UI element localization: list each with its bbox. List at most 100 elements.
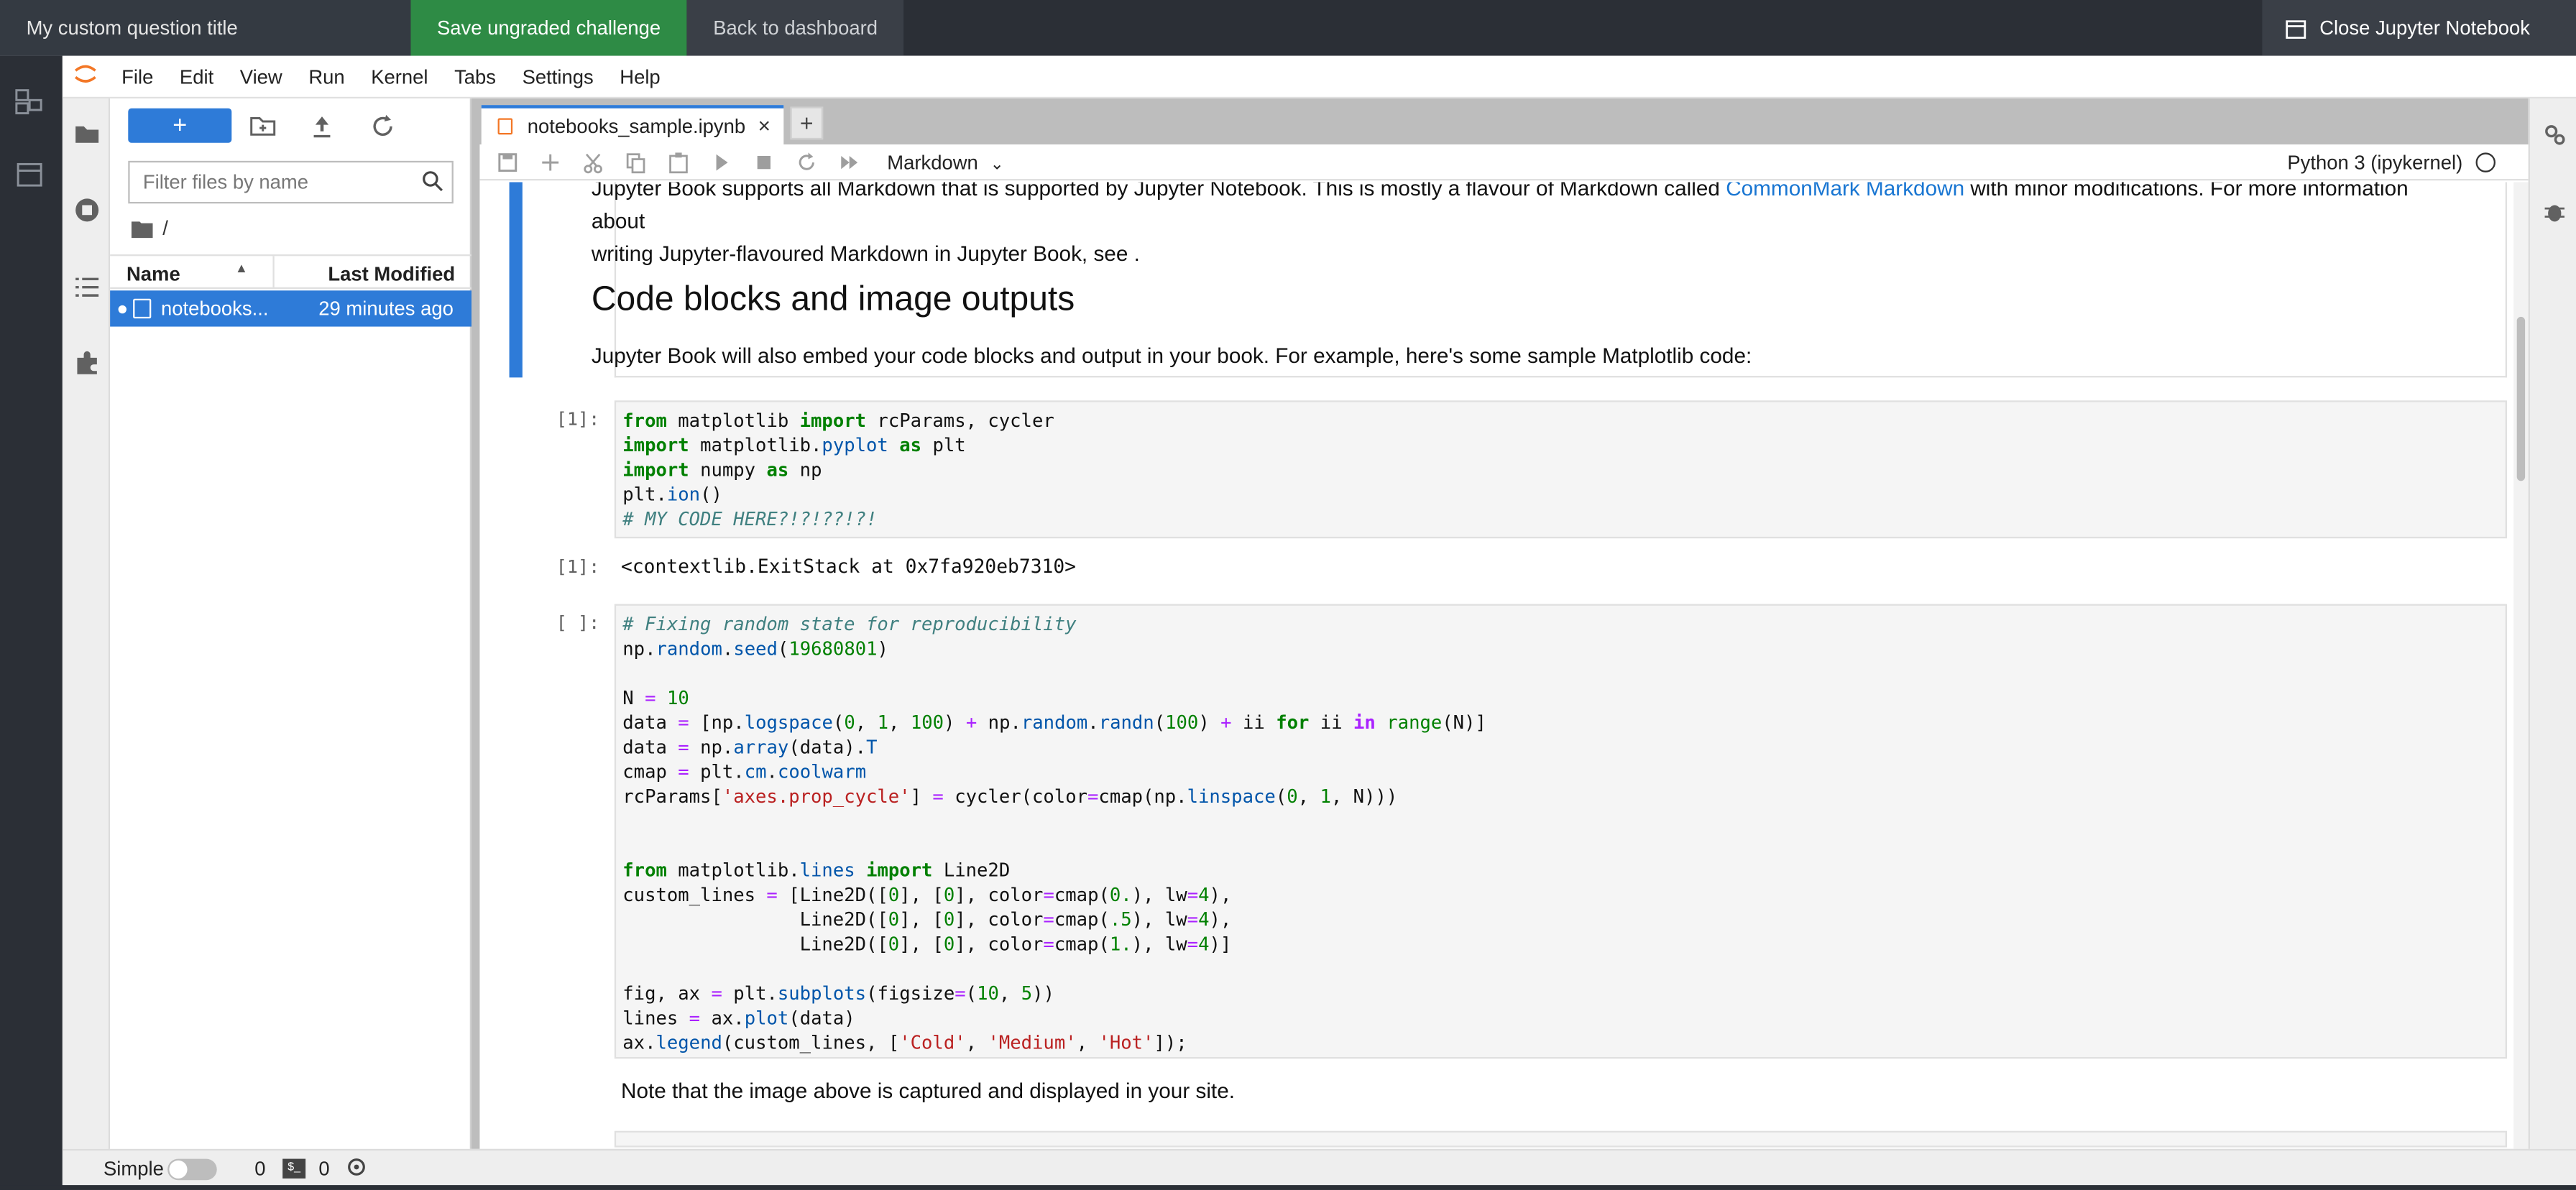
menu-settings[interactable]: Settings xyxy=(509,65,607,88)
notebook-icon xyxy=(133,298,152,319)
sort-ascending-icon: ▲ xyxy=(234,261,248,276)
code-cell-2[interactable]: # Fixing random state for reproducibilit… xyxy=(614,604,2507,1059)
md-text-c: writing Jupyter-flavoured Markdown in Ju… xyxy=(591,241,1140,267)
notebook-scrollbar[interactable] xyxy=(2513,182,2529,1149)
terminal-count: 0 xyxy=(318,1157,330,1181)
breadcrumb[interactable]: / xyxy=(131,217,168,240)
property-inspector-gear-icon[interactable] xyxy=(2542,121,2568,148)
filter-files-input[interactable]: Filter files by name xyxy=(128,160,454,204)
menu-bar: File Edit View Run Kernel Tabs Settings … xyxy=(62,55,2576,99)
extension-puzzle-icon[interactable] xyxy=(73,348,102,377)
jupyter-right-sidebar xyxy=(2528,98,2576,1149)
kernel-name: Python 3 (ipykernel) xyxy=(2287,151,2463,175)
notebook-icon xyxy=(497,118,513,135)
fast-forward-icon[interactable] xyxy=(838,151,861,174)
notebook-content: Jupyter Book supports all Markdown that … xyxy=(479,182,2513,1149)
section-heading: Code blocks and image outputs xyxy=(591,280,1075,319)
challenge-topbar: My custom question title Save ungraded c… xyxy=(0,0,2576,56)
terminal-icon: $_ xyxy=(282,1158,306,1179)
notebook-panel: Markdown ⌄ Python 3 (ipykernel) Jupyter … xyxy=(479,144,2529,1149)
restart-icon[interactable] xyxy=(795,151,818,174)
new-launcher-button[interactable]: + xyxy=(128,108,232,143)
cut-icon[interactable] xyxy=(581,151,604,174)
file-browser-toolbar: + xyxy=(110,108,472,144)
kernel-idle-icon xyxy=(2475,152,2496,172)
kernel-settings-icon[interactable] xyxy=(345,1156,368,1179)
menu-help[interactable]: Help xyxy=(607,65,673,88)
commonmark-link[interactable]: CommonMark Markdown xyxy=(1726,183,1964,200)
breadcrumb-root[interactable]: / xyxy=(162,217,168,240)
cell-type-value: Markdown xyxy=(887,151,978,175)
simple-mode-toggle[interactable] xyxy=(167,1158,217,1181)
debugger-bug-icon[interactable] xyxy=(2542,198,2568,225)
tab-bar: notebooks_sample.ipynb × + xyxy=(471,98,2529,148)
table-of-contents-icon[interactable] xyxy=(73,272,102,302)
jupyter-left-sidebar xyxy=(62,98,111,1149)
md-text-a: Jupyter Book supports all Markdown that … xyxy=(591,182,1726,200)
tab-title: notebooks_sample.ipynb xyxy=(527,114,746,138)
menu-run[interactable]: Run xyxy=(295,65,358,88)
status-bar: Simple 0 $_ 0 xyxy=(62,1148,2576,1186)
input-prompt: [1]: xyxy=(556,408,600,430)
close-notebook-label: Close Jupyter Notebook xyxy=(2319,16,2530,40)
close-tab-icon[interactable]: × xyxy=(758,109,770,144)
menu-file[interactable]: File xyxy=(109,65,167,88)
close-notebook-button[interactable]: Close Jupyter Notebook xyxy=(2262,0,2576,56)
menu-view[interactable]: View xyxy=(226,65,295,88)
kernel-count: 0 xyxy=(254,1157,266,1181)
upload-icon[interactable] xyxy=(307,111,336,141)
chevron-down-icon: ⌄ xyxy=(990,155,1004,175)
column-divider xyxy=(272,256,275,290)
app-left-rail xyxy=(0,55,63,1190)
file-row[interactable]: notebooks... 29 minutes ago xyxy=(110,290,472,327)
calendar-icon[interactable] xyxy=(13,157,46,190)
tab-notebook[interactable]: notebooks_sample.ipynb × xyxy=(481,105,784,148)
cell-collapser[interactable] xyxy=(509,182,523,378)
menu-edit[interactable]: Edit xyxy=(167,65,227,88)
input-prompt: [ ]: xyxy=(556,612,600,634)
save-icon[interactable] xyxy=(496,151,519,174)
cubes-icon[interactable] xyxy=(13,86,46,119)
file-name: notebooks... xyxy=(160,297,269,320)
save-challenge-button[interactable]: Save ungraded challenge xyxy=(410,0,687,56)
refresh-icon[interactable] xyxy=(368,111,397,141)
calendar-icon xyxy=(2286,19,2306,38)
cell-output: <contextlib.ExitStack at 0x7fa920eb7310> xyxy=(620,555,1077,578)
jupyter-logo-icon xyxy=(63,61,109,92)
code-cell-1[interactable]: from matplotlib import rcParams, cycler … xyxy=(614,400,2507,539)
new-folder-icon[interactable] xyxy=(248,111,277,141)
filter-placeholder: Filter files by name xyxy=(142,170,309,194)
question-title: My custom question title xyxy=(0,0,411,56)
bottom-edge xyxy=(0,1185,2576,1190)
file-list-header: Name ▲ Last Modified xyxy=(110,254,472,290)
kernel-status[interactable]: Python 3 (ipykernel) xyxy=(2287,151,2496,174)
search-icon xyxy=(423,171,443,192)
column-name-header[interactable]: Name xyxy=(126,262,180,285)
scrollbar-thumb[interactable] xyxy=(2516,316,2526,481)
running-indicator-icon xyxy=(118,305,126,314)
run-icon[interactable] xyxy=(709,151,732,174)
new-tab-button[interactable]: + xyxy=(790,106,824,140)
file-browser: + Filter files by name / Name ▲ Last Mod… xyxy=(110,98,472,1149)
running-stop-icon[interactable] xyxy=(73,195,102,225)
column-modified-header[interactable]: Last Modified xyxy=(328,262,455,285)
insert-cell-icon[interactable] xyxy=(539,151,562,174)
back-to-dashboard-button[interactable]: Back to dashboard xyxy=(686,0,904,56)
menu-tabs[interactable]: Tabs xyxy=(441,65,510,88)
main-dock-area: notebooks_sample.ipynb × + Markdown ⌄ Py… xyxy=(471,98,2529,1149)
output-prompt: [1]: xyxy=(556,556,600,578)
copy-icon[interactable] xyxy=(625,151,648,174)
notebook-toolbar: Markdown ⌄ Python 3 (ipykernel) xyxy=(479,144,2529,181)
next-code-cell[interactable] xyxy=(614,1130,2507,1148)
folder-icon[interactable] xyxy=(73,120,102,149)
folder-icon xyxy=(131,221,153,238)
simple-mode-label: Simple xyxy=(103,1157,164,1181)
markdown-note: Note that the image above is captured an… xyxy=(620,1078,1235,1103)
markdown-paragraph: Jupyter Book supports all Markdown that … xyxy=(592,183,2465,271)
cell-type-dropdown[interactable]: Markdown ⌄ xyxy=(887,151,1003,174)
paste-icon[interactable] xyxy=(667,151,690,174)
stop-icon[interactable] xyxy=(753,151,776,174)
menu-kernel[interactable]: Kernel xyxy=(358,65,441,88)
markdown-paragraph: Jupyter Book will also embed your code b… xyxy=(591,343,1752,368)
file-modified: 29 minutes ago xyxy=(318,297,454,320)
